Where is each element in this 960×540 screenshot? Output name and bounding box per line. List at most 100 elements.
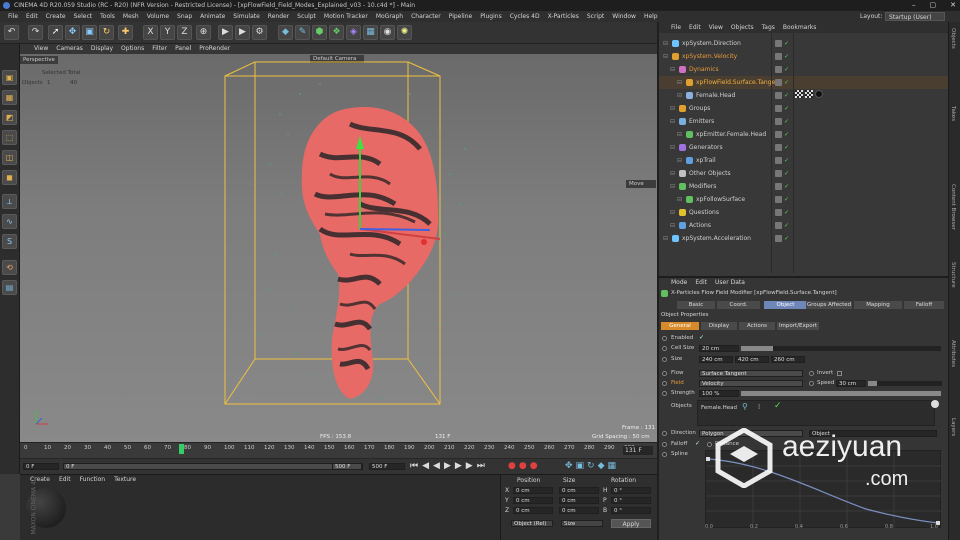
object-name[interactable]: Female.Head	[696, 89, 735, 102]
visibility-dots-icon[interactable]	[775, 40, 782, 47]
workplane-lock-icon[interactable]: ▤	[2, 280, 17, 295]
key-mode-icons[interactable]: ✥▣↻◆▦	[565, 461, 619, 471]
render-settings-icon[interactable]: ⚙	[252, 25, 267, 40]
cube-icon[interactable]: ◆	[278, 25, 293, 40]
enabled-checkbox[interactable]: ✓	[699, 334, 704, 342]
size-z-field[interactable]: 260 cm	[771, 356, 805, 363]
coord-position-field[interactable]: 0 cm	[513, 507, 553, 514]
enable-check-icon[interactable]: ✓	[784, 206, 789, 219]
object-row[interactable]: ⊟ Groups ✓	[659, 102, 948, 115]
attribute-menu-mode[interactable]: Mode	[671, 279, 687, 287]
enable-check-icon[interactable]: ✓	[784, 141, 789, 154]
expand-toggle-icon[interactable]: ⊟	[670, 167, 675, 180]
min-frame-field[interactable]: 0 F	[63, 463, 363, 470]
expand-toggle-icon[interactable]: ⊟	[670, 115, 675, 128]
redo-icon[interactable]: ↷	[28, 25, 43, 40]
visibility-dots-icon[interactable]	[775, 131, 782, 138]
enable-check-icon[interactable]: ✓	[784, 232, 789, 245]
coord-size-field[interactable]: 0 cm	[559, 487, 599, 494]
menu-item-animate[interactable]: Animate	[196, 11, 229, 22]
object-row[interactable]: ⊟ xpSystem.Velocity ✓	[659, 50, 948, 63]
viewport-menu-options[interactable]: Options	[117, 44, 148, 54]
object-row[interactable]: ⊟ xpSystem.Direction ✓	[659, 37, 948, 50]
material-menu-edit[interactable]: Edit	[59, 476, 71, 483]
enable-check-icon[interactable]: ✓	[784, 167, 789, 180]
object-name[interactable]: Emitters	[689, 115, 714, 128]
object-row[interactable]: ⊟ xpEmitter.Female.Head ✓	[659, 128, 948, 141]
object-name[interactable]: Generators	[689, 141, 723, 154]
max-frame-field[interactable]: 500 F	[332, 463, 362, 470]
menu-item-window[interactable]: Window	[608, 11, 640, 22]
flow-select[interactable]: Surface Tangent	[699, 370, 803, 377]
texture-mode-icon[interactable]: ▦	[2, 90, 17, 105]
object-name[interactable]: Questions	[689, 206, 719, 219]
record-keys-icon[interactable]: ●●●	[508, 461, 541, 471]
rotate-tool-icon[interactable]: ↻	[99, 25, 114, 40]
close-button[interactable]: ✕	[950, 0, 956, 11]
start-frame-field[interactable]: 0 F	[23, 463, 59, 470]
visibility-dots-icon[interactable]	[775, 196, 782, 203]
expand-toggle-icon[interactable]: ⊟	[670, 63, 675, 76]
cellsize-slider[interactable]	[741, 346, 941, 351]
viewport-menu-prorender[interactable]: ProRender	[195, 44, 234, 54]
object-name[interactable]: xpFlowField.Surface.Tangent	[696, 76, 781, 89]
object-menu-view[interactable]: View	[705, 22, 727, 33]
cloner-icon[interactable]: ❖	[329, 25, 344, 40]
object-name[interactable]: xpTrail	[696, 154, 716, 167]
menu-item-motion-tracker[interactable]: Motion Tracker	[320, 11, 372, 22]
menu-item-character[interactable]: Character	[407, 11, 445, 22]
visibility-dots-icon[interactable]	[775, 118, 782, 125]
tab-coord-[interactable]: Coord.	[717, 301, 760, 309]
snap-icon[interactable]: S	[2, 234, 17, 249]
attribute-menu-edit[interactable]: Edit	[695, 279, 707, 287]
object-name[interactable]: xpSystem.Direction	[682, 37, 741, 50]
viewport-menu-panel[interactable]: Panel	[171, 44, 195, 54]
object-row[interactable]: ⊟ Questions ✓	[659, 206, 948, 219]
menu-item-mograph[interactable]: MoGraph	[372, 11, 407, 22]
expand-toggle-icon[interactable]: ⊟	[663, 232, 668, 245]
dock-tab-layers[interactable]: Layers	[950, 418, 956, 488]
menu-item-file[interactable]: File	[4, 11, 22, 22]
enable-check-icon[interactable]: ✓	[784, 115, 789, 128]
subtab-general[interactable]: General	[661, 322, 699, 330]
coord-rotation-field[interactable]: 0 °	[611, 507, 651, 514]
pen-icon[interactable]: ✎	[295, 25, 310, 40]
enable-check-icon[interactable]: ✓	[784, 154, 789, 167]
enabled-check-icon[interactable]: ✓	[774, 401, 782, 411]
enable-axis-icon[interactable]: ⟲	[2, 260, 17, 275]
subtab-import-export[interactable]: Import/Export	[777, 322, 819, 330]
object-name[interactable]: Dynamics	[689, 63, 719, 76]
y-axis-icon[interactable]: Y	[160, 25, 175, 40]
enable-check-icon[interactable]: ✓	[784, 219, 789, 232]
size-mode-select[interactable]: Size	[561, 520, 603, 527]
subdivision-icon[interactable]: ⬢	[312, 25, 327, 40]
viewport-menu-filter[interactable]: Filter	[148, 44, 171, 54]
playback-controls[interactable]: ⏮◀◀▶▶▶⏭	[410, 461, 489, 471]
object-name[interactable]: xpEmitter.Female.Head	[696, 128, 766, 141]
object-name[interactable]: Other Objects	[689, 167, 731, 180]
object-row[interactable]: ⊟ Other Objects ✓	[659, 167, 948, 180]
tweak-mode-icon[interactable]: ∿	[2, 214, 17, 229]
visibility-dots-icon[interactable]	[775, 222, 782, 229]
menu-item-simulate[interactable]: Simulate	[229, 11, 264, 22]
subtab-display[interactable]: Display	[701, 322, 737, 330]
expand-toggle-icon[interactable]: ⊟	[670, 102, 675, 115]
visibility-dots-icon[interactable]	[775, 209, 782, 216]
coordinate-system-icon[interactable]: ⊕	[196, 25, 211, 40]
undo-icon[interactable]: ↶	[4, 25, 19, 40]
menu-item-mesh[interactable]: Mesh	[119, 11, 143, 22]
female-head-tags[interactable]	[795, 90, 833, 99]
object-name[interactable]: xpFollowSurface	[696, 193, 745, 206]
menu-item-render[interactable]: Render	[264, 11, 293, 22]
render-view-icon[interactable]: ▶	[218, 25, 233, 40]
move-tool-icon[interactable]: ✥	[65, 25, 80, 40]
minimize-button[interactable]: –	[912, 0, 916, 11]
floor-icon[interactable]: ▦	[363, 25, 378, 40]
cellsize-field[interactable]: 20 cm	[699, 345, 739, 352]
light-icon[interactable]: ✺	[397, 25, 412, 40]
object-row[interactable]: ⊟ Dynamics ✓	[659, 63, 948, 76]
timeline-playhead[interactable]	[179, 444, 184, 454]
viewport-menu-cameras[interactable]: Cameras	[52, 44, 87, 54]
expand-toggle-icon[interactable]: ⊟	[670, 206, 675, 219]
object-menu-objects[interactable]: Objects	[727, 22, 758, 33]
